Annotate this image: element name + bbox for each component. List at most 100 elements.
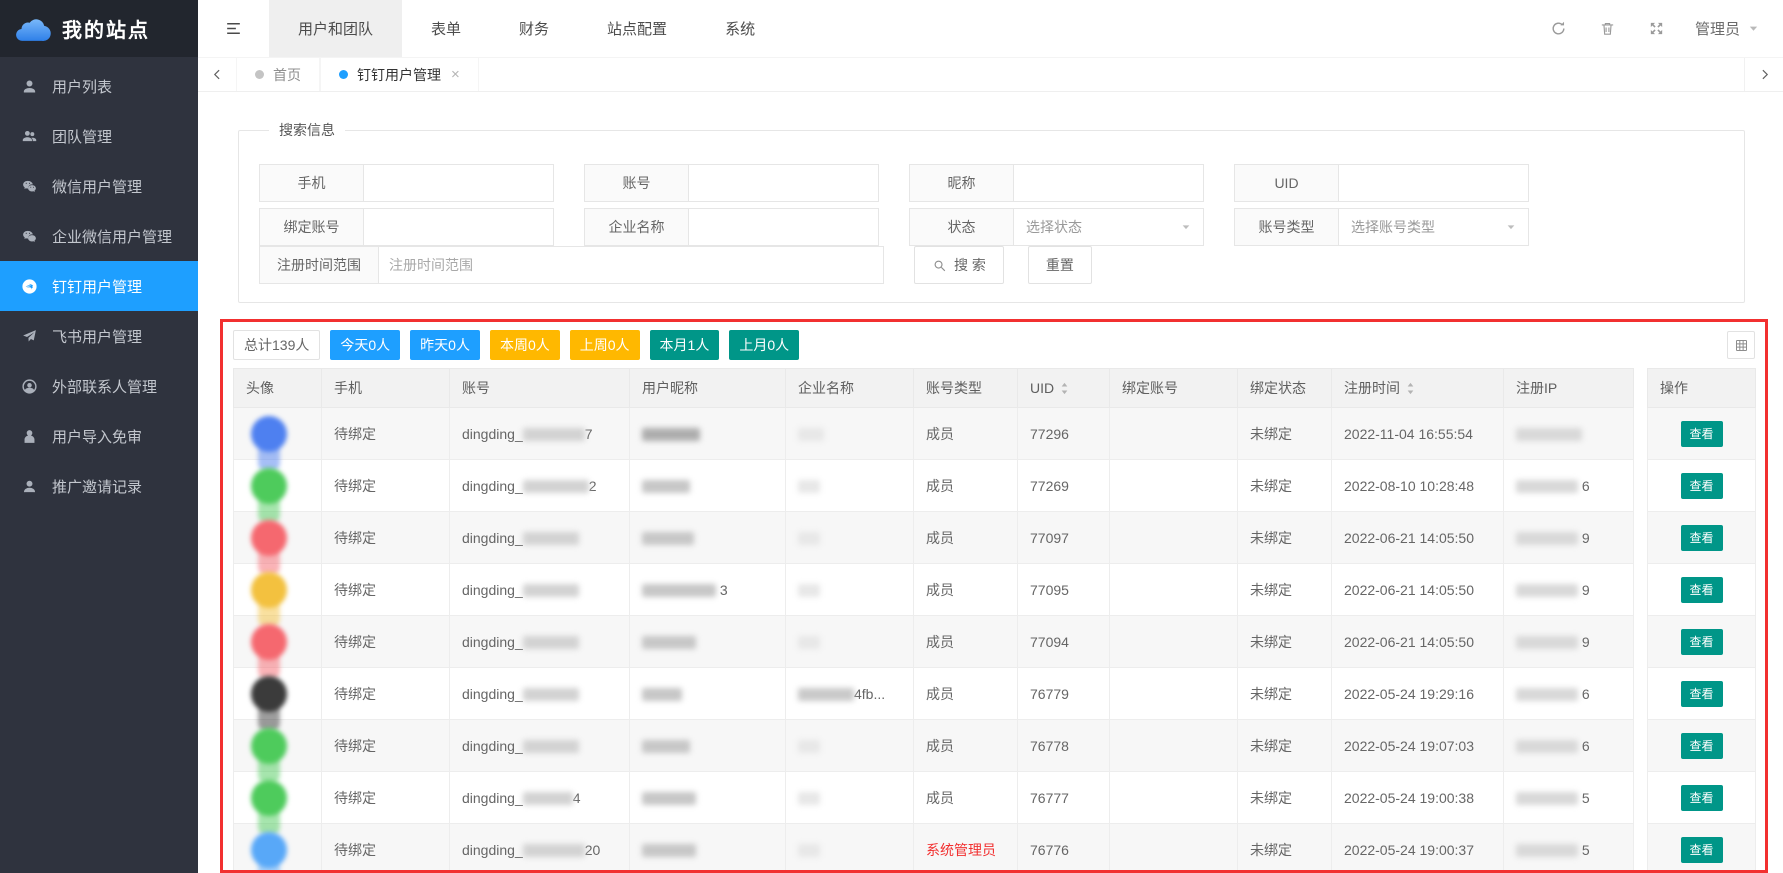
action-cell: 查看: [1648, 668, 1756, 720]
账号类型-select[interactable]: 选择账号类型: [1339, 208, 1529, 246]
view-button[interactable]: 查看: [1681, 525, 1723, 551]
avatar: [251, 572, 287, 608]
view-button[interactable]: 查看: [1681, 733, 1723, 759]
stat-badge-2[interactable]: 今天0人: [330, 330, 400, 360]
账号-input[interactable]: [689, 164, 879, 202]
sidebar-item-label: 用户导入免审: [52, 426, 142, 447]
sidebar-item-9[interactable]: 推广邀请记录: [0, 461, 198, 511]
action-cell: 查看: [1648, 720, 1756, 772]
menu-fold-icon[interactable]: [198, 19, 269, 38]
sidebar-item-1[interactable]: 用户列表: [0, 61, 198, 111]
ip-blur: [1516, 636, 1578, 649]
view-button[interactable]: 查看: [1681, 785, 1723, 811]
account-type-cell: 成员: [914, 772, 1018, 824]
view-button[interactable]: 查看: [1681, 681, 1723, 707]
user-menu[interactable]: 管理员: [1681, 0, 1783, 57]
column-header-注册IP: 注册IP: [1504, 369, 1634, 408]
企业名称-input[interactable]: [689, 208, 879, 246]
ip-suffix: 5: [1578, 842, 1590, 858]
sidebar-item-6[interactable]: 飞书用户管理: [0, 311, 198, 361]
account-type-cell: 成员: [914, 668, 1018, 720]
nav-item-3[interactable]: 财务: [490, 0, 578, 57]
clear-cache-button[interactable]: [1583, 0, 1632, 57]
tabs-scroll-right-button[interactable]: [1744, 58, 1783, 91]
row-spacer-cell: [1634, 772, 1648, 824]
row-spacer-cell: [1634, 512, 1648, 564]
column-toggle-button[interactable]: [1727, 331, 1755, 359]
company-blur: [798, 636, 820, 649]
uid-cell: 77094: [1018, 616, 1110, 668]
昵称-input[interactable]: [1014, 164, 1204, 202]
stat-badge-4[interactable]: 本周0人: [490, 330, 560, 360]
nav-item-1[interactable]: 用户和团队: [269, 0, 402, 57]
手机-input[interactable]: [364, 164, 554, 202]
view-button[interactable]: 查看: [1681, 421, 1723, 447]
company-cell: [786, 772, 914, 824]
reg-ip-cell: [1504, 408, 1634, 460]
company-cell: [786, 616, 914, 668]
view-button[interactable]: 查看: [1681, 577, 1723, 603]
ip-suffix: 9: [1578, 634, 1590, 650]
reset-button[interactable]: 重置: [1028, 246, 1092, 284]
action-cell: 查看: [1648, 564, 1756, 616]
date-range-input[interactable]: [379, 246, 884, 284]
sidebar-menu: 用户列表团队管理微信用户管理企业微信用户管理钉钉用户管理飞书用户管理外部联系人管…: [0, 57, 198, 511]
page-content: 搜索信息 手机账号昵称UID绑定账号企业名称状态选择状态账号类型选择账号类型 注…: [198, 92, 1783, 873]
view-button[interactable]: 查看: [1681, 837, 1723, 863]
account-blur: [523, 844, 585, 857]
sidebar-item-2[interactable]: 团队管理: [0, 111, 198, 161]
stat-badge-1[interactable]: 总计139人: [233, 330, 320, 360]
sidebar-item-4[interactable]: 企业微信用户管理: [0, 211, 198, 261]
tabs-scroll-left-button[interactable]: [198, 58, 236, 91]
phone-cell: 待绑定: [322, 720, 450, 772]
stat-badge-6[interactable]: 本月1人: [650, 330, 720, 360]
stat-badge-5[interactable]: 上周0人: [570, 330, 640, 360]
sort-icon[interactable]: [1060, 381, 1069, 396]
account-type-cell: 系统管理员: [914, 824, 1018, 873]
field-label: 昵称: [909, 164, 1014, 202]
table-header-row: 头像手机账号用户昵称企业名称账号类型UID绑定账号绑定状态注册时间注册IP操作: [234, 369, 1756, 408]
sidebar-item-7[interactable]: 外部联系人管理: [0, 361, 198, 411]
nav-item-4[interactable]: 站点配置: [578, 0, 696, 57]
sidebar-item-5[interactable]: 钉钉用户管理: [0, 261, 198, 311]
view-button[interactable]: 查看: [1681, 473, 1723, 499]
绑定账号-input[interactable]: [364, 208, 554, 246]
action-cell: 查看: [1648, 408, 1756, 460]
view-button[interactable]: 查看: [1681, 629, 1723, 655]
fullscreen-button[interactable]: [1632, 0, 1681, 57]
company-suffix: 4fb...: [854, 686, 885, 702]
nickname-blur: [642, 480, 690, 493]
row-spacer-cell: [1634, 824, 1648, 873]
stat-badge-7[interactable]: 上月0人: [729, 330, 799, 360]
状态-select[interactable]: 选择状态: [1014, 208, 1204, 246]
ip-blur: [1516, 584, 1578, 597]
nav-item-5[interactable]: 系统: [696, 0, 784, 57]
uid-cell: 76779: [1018, 668, 1110, 720]
company-blur: [798, 844, 820, 857]
tab-1[interactable]: 首页: [236, 58, 320, 91]
field-label: 账号类型: [1234, 208, 1339, 246]
bind-account-cell: [1110, 772, 1238, 824]
nickname-cell: [630, 772, 786, 824]
stat-badge-3[interactable]: 昨天0人: [410, 330, 480, 360]
avatar: [251, 728, 287, 764]
stats-badges: 总计139人今天0人昨天0人本周0人上周0人本月1人上月0人: [233, 330, 799, 360]
tab-2[interactable]: 钉钉用户管理×: [320, 58, 479, 91]
account-cell: dingding_: [450, 564, 630, 616]
sidebar-item-8[interactable]: 用户导入免审: [0, 411, 198, 461]
nickname-blur: [642, 532, 694, 545]
UID-input[interactable]: [1339, 164, 1529, 202]
sidebar-item-3[interactable]: 微信用户管理: [0, 161, 198, 211]
search-button[interactable]: 搜 索: [914, 246, 1004, 284]
select-placeholder: 选择状态: [1026, 217, 1082, 237]
dingtalk-icon: [21, 278, 38, 295]
bind-status-cell: 未绑定: [1238, 772, 1332, 824]
row-spacer-cell: [1634, 408, 1648, 460]
nav-item-2[interactable]: 表单: [402, 0, 490, 57]
refresh-button[interactable]: [1534, 0, 1583, 57]
tab-close-icon[interactable]: ×: [451, 67, 460, 82]
sort-icon[interactable]: [1406, 381, 1415, 396]
header-actions: [1534, 0, 1681, 57]
nickname-cell: [630, 408, 786, 460]
账号-field: 账号: [584, 164, 879, 202]
